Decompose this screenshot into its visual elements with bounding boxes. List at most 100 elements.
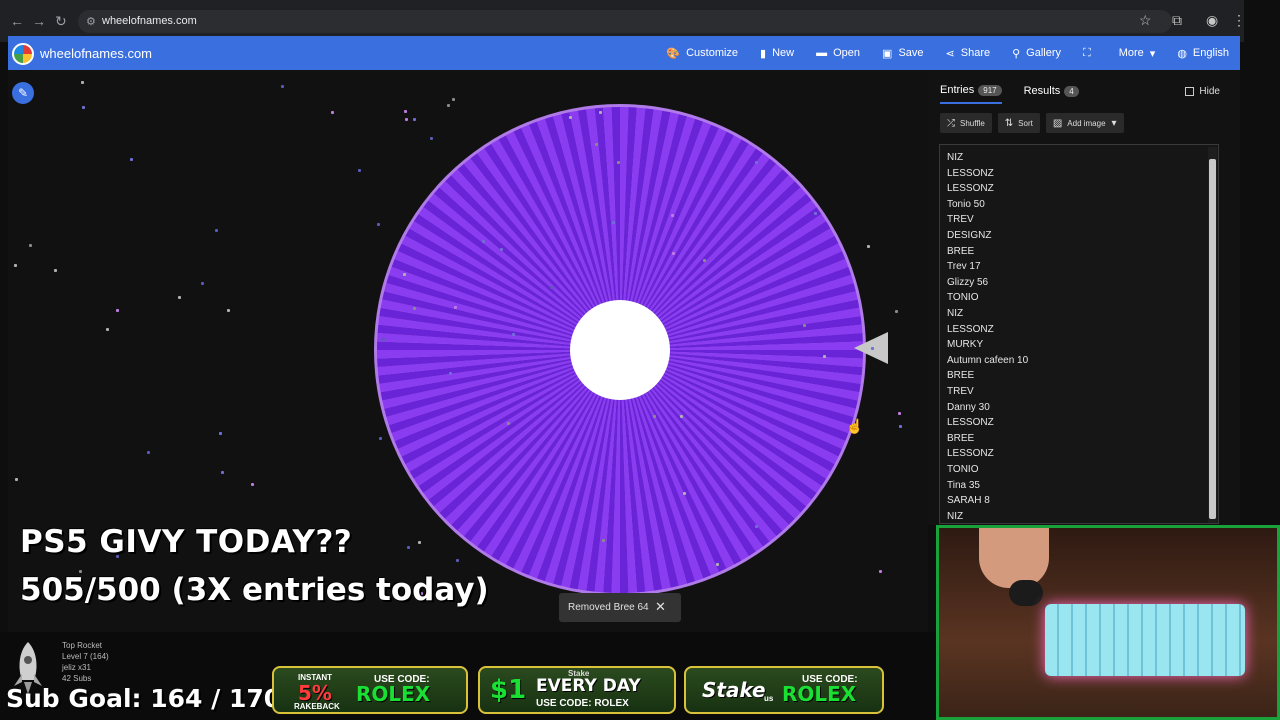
sub-goal-text: Sub Goal: 164 / 170 — [6, 684, 282, 713]
search-icon: ⚲ — [1012, 47, 1021, 60]
confetti-dot — [871, 347, 874, 350]
extensions-icon[interactable]: ⧉ — [1172, 12, 1182, 29]
entry-line: Danny 30 — [947, 401, 990, 413]
scrollbar-thumb[interactable] — [1209, 159, 1216, 519]
edit-pencil-icon[interactable]: ✎ — [12, 82, 34, 104]
confetti-dot — [716, 563, 719, 566]
back-icon[interactable]: ← — [10, 13, 24, 29]
shuffle-icon: ⤮ — [947, 117, 955, 129]
menu-item-fullscreen[interactable]: ⛶ — [1072, 36, 1108, 70]
overlay-title-line1: PS5 GIVY TODAY?? — [20, 524, 353, 560]
rocket-info-line: Level 7 (164) — [62, 652, 109, 661]
confetti-dot — [452, 98, 455, 101]
tab-results[interactable]: Results 4 — [1024, 84, 1079, 104]
confetti-dot — [867, 245, 870, 248]
site-name[interactable]: wheelofnames.com — [40, 46, 152, 61]
wheel-center[interactable] — [570, 300, 670, 400]
promo2-line: $1 — [490, 675, 527, 705]
menu-item-share[interactable]: ⋖ Share — [935, 36, 1002, 70]
entry-line: TONIO — [947, 292, 979, 304]
overlay-title-line2: 505/500 (3X entries today) — [20, 572, 489, 608]
confetti-dot — [507, 422, 510, 425]
confetti-dot — [382, 338, 385, 341]
fullscreen-icon: ⛶ — [1083, 46, 1091, 59]
reload-icon[interactable]: ↻ — [55, 13, 67, 30]
tab-results-label: Results — [1023, 85, 1061, 97]
entry-line: BREE — [947, 432, 975, 444]
chevron-down-icon: ▾ — [1111, 117, 1117, 129]
confetti-dot — [449, 372, 452, 375]
address-bar[interactable]: ⚙ wheelofnames.com — [78, 10, 1172, 33]
sort-button[interactable]: ⇅ Sort — [997, 113, 1040, 133]
confetti-dot — [147, 451, 150, 454]
site-logo-icon[interactable] — [12, 43, 34, 65]
menu-item-new[interactable]: ▮ New — [749, 36, 805, 70]
entries-textarea[interactable]: NIZ LESSONZ LESSONZ Tonio 50 TREV DESIGNZ BREE… — [939, 144, 1219, 524]
confetti-dot — [377, 223, 380, 226]
menu-item-label: Gallery — [1026, 47, 1062, 59]
confetti-dot — [599, 111, 602, 114]
confetti-dot — [251, 483, 254, 486]
add-image-button[interactable]: ▨ Add image ▾ — [1045, 113, 1124, 133]
menu-item-open[interactable]: ▬ Open — [805, 36, 871, 70]
confetti-dot — [895, 310, 898, 313]
confetti-dot — [899, 425, 902, 428]
confetti-dot — [447, 104, 450, 107]
confetti-dot — [569, 116, 572, 119]
menu-item-customize[interactable]: 🎨 Customize — [655, 36, 749, 70]
tab-entries[interactable]: Entries 917 — [940, 84, 1002, 104]
menu-item-label: Share — [960, 47, 991, 59]
entry-line: LESSONZ — [947, 417, 994, 429]
confetti-dot — [221, 471, 224, 474]
entry-line: Tonio 50 — [947, 198, 985, 210]
menu-item-english[interactable]: ◍ English — [1166, 36, 1240, 70]
promo2-line: USE CODE: ROLEX — [536, 698, 629, 709]
save-icon: ▣ — [882, 47, 893, 60]
toast-close-icon[interactable]: ✕ — [655, 599, 666, 615]
confetti-dot — [405, 118, 408, 121]
shuffle-button[interactable]: ⤮ Shuffle — [940, 113, 992, 133]
confetti-dot — [512, 333, 515, 336]
confetti-dot — [898, 412, 901, 415]
site-info-icon[interactable]: ⚙ — [86, 15, 96, 28]
confetti-dot — [219, 432, 222, 435]
menu-item-more[interactable]: More ▾ — [1108, 36, 1167, 70]
keyboard-image — [1045, 604, 1245, 676]
hide-checkbox[interactable] — [1185, 87, 1195, 96]
promo3-line: Stake — [702, 678, 766, 702]
confetti-dot — [823, 355, 826, 358]
confetti-dot — [379, 437, 382, 440]
rocket-info-line: jeliz x31 — [62, 663, 91, 672]
promo1-line: ROLEX — [356, 682, 431, 706]
entry-line: Trev 17 — [947, 261, 981, 273]
side-panel: Entries 917 Results 4 Hide ⤮ Shuffle ⇅ Sor… — [928, 70, 1240, 525]
kebab-menu-icon[interactable]: ⋮ — [1232, 12, 1246, 29]
confetti-dot — [683, 492, 686, 495]
entry-line: TREV — [947, 214, 974, 226]
menu-item-gallery[interactable]: ⚲ Gallery — [1001, 36, 1072, 70]
hide-toggle[interactable]: Hide — [1185, 86, 1220, 97]
webcam-feed — [936, 525, 1280, 720]
confetti-dot — [703, 259, 706, 262]
profile-icon[interactable]: ◉ — [1206, 12, 1218, 29]
entry-line: NIZ — [947, 510, 964, 522]
confetti-dot — [14, 264, 17, 267]
entry-line: TREV — [947, 386, 974, 397]
confetti-dot — [454, 306, 457, 309]
confetti-dot — [404, 110, 407, 113]
confetti-dot — [29, 244, 32, 247]
forward-icon[interactable]: → — [32, 13, 46, 29]
name-wheel[interactable] — [372, 102, 868, 598]
tab-entries-label: Entries — [940, 84, 975, 96]
entries-count-badge: 917 — [978, 84, 1002, 96]
hand-image — [979, 528, 1049, 588]
bookmark-star-icon[interactable]: ☆ — [1139, 12, 1152, 29]
confetti-dot — [178, 296, 181, 299]
entry-line: LESSONZ — [947, 323, 994, 335]
confetti-dot — [500, 248, 503, 251]
menu-item-save[interactable]: ▣ Save — [871, 36, 934, 70]
confetti-dot — [358, 169, 361, 172]
rocket-info-line: 42 Subs — [62, 674, 92, 683]
entries-scrollbar[interactable] — [1208, 147, 1217, 523]
shuffle-label: Shuffle — [960, 118, 985, 128]
